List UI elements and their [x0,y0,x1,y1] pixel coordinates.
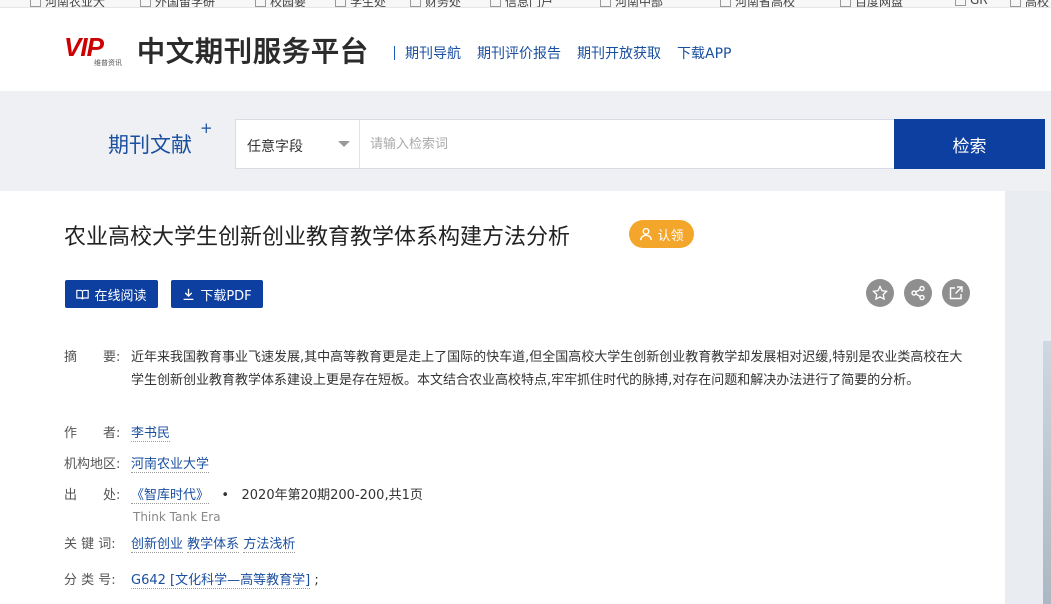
folder-icon [335,0,346,7]
platform-title: 中文期刊服务平台 [137,35,370,68]
user-icon [640,227,653,241]
bookmark-item[interactable]: 高校 [1010,0,1049,7]
bookmark-item[interactable]: 百度网盘 [840,0,903,7]
bookmark-item[interactable]: 财务处 [410,0,461,7]
issue-info: 2020年第20期200-200,共1页 [241,488,423,503]
folder-icon [140,0,151,7]
bookmark-item[interactable]: GR [955,0,988,7]
source-row: 出 处: 《智库时代》 • 2020年第20期200-200,共1页 [64,488,423,504]
folder-icon [720,0,731,7]
author-row: 作 者: 李书民 [64,426,171,442]
folder-icon [600,0,611,7]
bookmark-item[interactable]: 校园要 [255,0,306,7]
nav-download-app[interactable]: 下载APP [677,43,731,63]
top-nav: 期刊导航 期刊评价报告 期刊开放获取 下载APP [394,43,747,63]
search-input[interactable] [360,120,894,168]
folder-icon [255,0,266,7]
vip-logo[interactable]: VIP 维普资讯 [64,34,130,70]
field-select[interactable]: 任意字段 [236,120,360,168]
search-category-label[interactable]: 期刊文献 + [108,119,213,159]
folder-icon [1010,0,1021,7]
search-band: 期刊文献+ 任意字段 检索 [0,91,1051,191]
author-link[interactable]: 李书民 [131,426,171,442]
chevron-down-icon [338,141,350,147]
bookmarks-bar: 河南农业大 外国留学研 校园要 学生处 财务处 信息门户 河南中部 河南省高校 … [0,0,1051,8]
classification-link[interactable]: G642 [文化科学—高等教育学] [131,573,311,589]
article-detail: 农业高校大学生创新创业教育教学体系构建方法分析 认领 在线阅读 下载PDF 摘 … [0,191,1005,604]
favorite-star-icon[interactable] [866,279,894,307]
search-button[interactable]: 检索 [894,119,1045,169]
org-link[interactable]: 河南农业大学 [131,457,210,473]
keyword-link[interactable]: 教学体系 [187,537,240,553]
folder-icon [490,0,501,7]
journal-english-name: Think Tank Era [133,510,221,524]
bookmark-item[interactable]: 信息门户 [490,0,553,7]
abstract-row: 摘 要: 近年来我国教育事业飞速发展,其中高等教育更是走上了国际的快车道,但全国… [64,347,973,392]
nav-divider [394,46,395,60]
plus-icon: + [200,119,213,137]
classification-row: 分 类 号: G642 [文化科学—高等教育学] ; [64,573,319,589]
nav-evaluation-report[interactable]: 期刊评价报告 [477,43,561,63]
org-row: 机构地区: 河南农业大学 [64,457,210,473]
bookmark-item[interactable]: 学生处 [335,0,386,7]
folder-icon [410,0,421,7]
side-panel [1005,191,1051,604]
share-icon[interactable] [904,279,932,307]
folder-icon [840,0,851,7]
nav-open-access[interactable]: 期刊开放获取 [577,43,661,63]
keyword-link[interactable]: 方法浅析 [243,537,296,553]
external-link-icon[interactable] [942,279,970,307]
abstract-text: 近年来我国教育事业飞速发展,其中高等教育更是走上了国际的快车道,但全国高校大学生… [131,350,963,388]
article-title: 农业高校大学生创新创业教育教学体系构建方法分析 [64,225,571,250]
book-icon [76,289,90,299]
download-icon [183,288,194,300]
bookmark-item[interactable]: 河南省高校 [720,0,795,7]
site-header: VIP 维普资讯 中文期刊服务平台 期刊导航 期刊评价报告 期刊开放获取 下载A… [0,8,1051,91]
journal-link[interactable]: 《智库时代》 [131,488,210,504]
claim-button[interactable]: 认领 [629,220,694,248]
nav-journal-guide[interactable]: 期刊导航 [405,43,461,63]
download-pdf-button[interactable]: 下载PDF [171,280,263,308]
keyword-link[interactable]: 创新创业 [131,537,184,553]
bookmark-item[interactable]: 河南中部 [600,0,663,7]
read-online-button[interactable]: 在线阅读 [65,280,158,308]
search-box: 任意字段 检索 [235,119,1045,169]
separator-dot: • [213,488,238,503]
bookmark-item[interactable]: 河南农业大 [30,0,105,7]
keywords-row: 关 键 词: 创新创业 教学体系 方法浅析 [64,537,296,553]
folder-icon [30,0,41,7]
side-image [1043,341,1051,604]
bookmark-item[interactable]: 外国留学研 [140,0,215,7]
folder-icon [955,0,966,6]
